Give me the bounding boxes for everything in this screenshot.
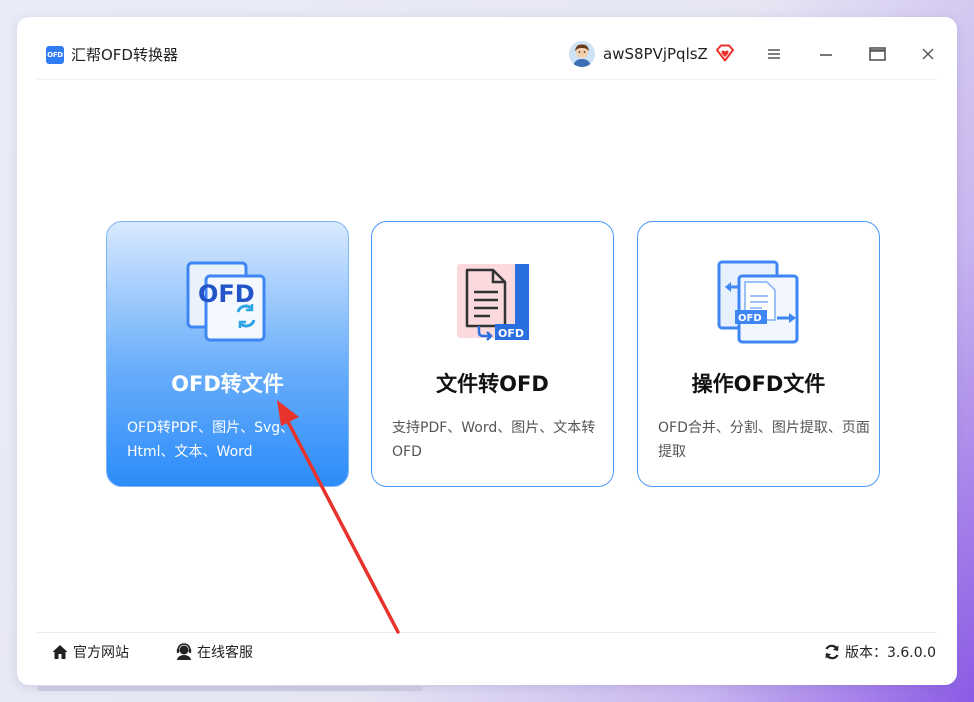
title-bar: OFD 汇帮OFD转换器 awS8PVjPqlsZ (17, 17, 957, 77)
card-description: OFD转PDF、图片、Svg、Html、文本、Word (127, 420, 295, 460)
card-file-to-ofd[interactable]: OFD 文件转OFD 支持PDF、Word、图片、文本转OFD (371, 221, 614, 487)
online-service-label: 在线客服 (197, 645, 253, 661)
card-description: 支持PDF、Word、图片、文本转OFD (392, 420, 596, 460)
card-operate-ofd[interactable]: OFD 操作OFD文件 OFD合并、分割、图片提取、页面提取 (637, 221, 880, 487)
card-title: OFD转文件 (171, 372, 284, 396)
card-title: 文件转OFD (436, 372, 549, 396)
document-to-ofd-icon: OFD (451, 260, 537, 346)
username[interactable]: awS8PVjPqlsZ (603, 45, 708, 63)
maximize-icon[interactable] (866, 43, 888, 65)
app-title: 汇帮OFD转换器 (71, 46, 178, 64)
svg-text:OFD: OFD (198, 280, 255, 308)
close-icon[interactable] (917, 43, 939, 65)
minimize-icon[interactable] (815, 43, 837, 65)
card-title: 操作OFD文件 (691, 372, 826, 396)
version-info[interactable]: 版本：3.6.0.0 (823, 641, 936, 663)
version-label: 版本：3.6.0.0 (845, 645, 936, 661)
card-description: OFD合并、分割、图片提取、页面提取 (658, 420, 870, 460)
svg-text:OFD: OFD (738, 313, 762, 324)
home-icon (52, 645, 68, 659)
ofd-operate-icon: OFD (717, 260, 803, 346)
customer-service-icon (176, 643, 192, 660)
online-service-link[interactable]: 在线客服 (175, 641, 253, 663)
vip-diamond-icon[interactable] (715, 44, 735, 62)
app-window: OFD 汇帮OFD转换器 awS8PVjPqlsZ OFD OFD转文件 OFD… (17, 17, 957, 685)
official-website-label: 官方网站 (73, 645, 129, 661)
card-ofd-to-file[interactable]: OFD OFD转文件 OFD转PDF、图片、Svg、Html、文本、Word (106, 221, 349, 487)
hamburger-menu-icon[interactable] (763, 43, 785, 65)
official-website-link[interactable]: 官方网站 (51, 641, 129, 663)
svg-text:OFD: OFD (498, 327, 524, 340)
app-logo-icon: OFD (46, 46, 64, 64)
user-avatar-icon[interactable] (569, 41, 595, 67)
refresh-icon (825, 644, 839, 660)
ofd-convert-icon: OFD (186, 260, 272, 346)
title-divider (37, 79, 937, 80)
footer-divider (37, 632, 937, 633)
horizontal-scrollbar[interactable] (37, 686, 423, 691)
